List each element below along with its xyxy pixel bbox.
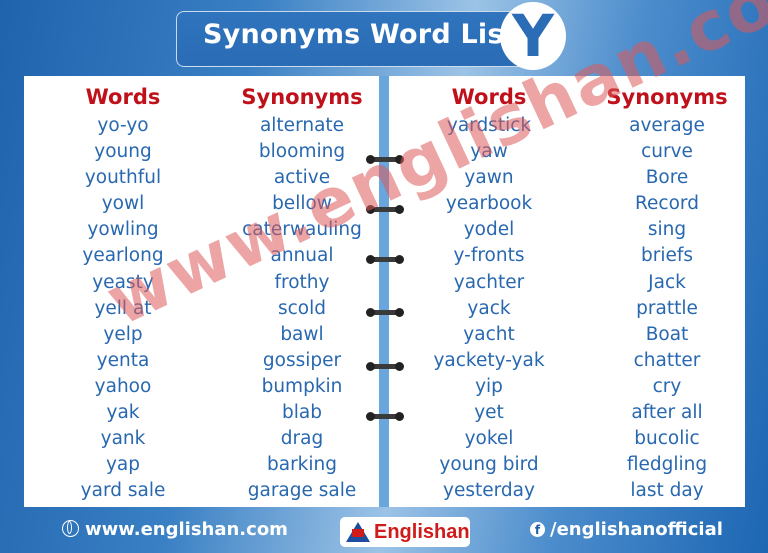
synonym-cell: blooming <box>258 141 346 163</box>
website-text: www.englishan.com <box>85 519 288 540</box>
word-cell: yodel <box>463 219 515 241</box>
synonym-cell: Record <box>635 193 699 215</box>
synonym-cell: last day <box>630 480 704 502</box>
synonym-cell: cry <box>652 375 682 397</box>
word-cell: yardstick <box>446 115 532 136</box>
word-cell: yeasty <box>92 271 154 293</box>
synonym-cell: curve <box>641 141 693 163</box>
words-header: Words <box>451 85 527 109</box>
synonym-cell: average <box>629 115 705 136</box>
word-cell: youthful <box>84 167 162 189</box>
word-cell: yo-yo <box>97 115 149 136</box>
synonym-cell: chatter <box>633 349 701 371</box>
synonym-cell: fledgling <box>626 454 708 476</box>
synonym-cell: prattle <box>636 297 698 319</box>
word-cell: yackety-yak <box>433 349 545 371</box>
synonym-cell: after all <box>631 402 703 424</box>
word-cell: yelp <box>103 323 143 345</box>
brand-logo: Englishan <box>340 517 470 547</box>
word-cell: yahoo <box>94 375 152 397</box>
word-cell: yip <box>475 375 503 397</box>
synonym-cell: scold <box>277 297 326 319</box>
word-cell: yak <box>106 402 140 424</box>
synonym-cell: bucolic <box>634 428 700 450</box>
word-cell: yawn <box>464 167 514 189</box>
word-cell: yaw <box>470 141 508 163</box>
left-synonyms-column: Synonyms alternate blooming active bellow ca… <box>222 82 382 504</box>
word-cell: yet <box>474 402 504 424</box>
word-cell: yell at <box>94 297 152 319</box>
word-cell: young bird <box>439 454 539 476</box>
synonym-cell: bellow <box>272 193 332 215</box>
facebook-icon: f <box>530 522 545 537</box>
binder-ring-icon <box>366 155 404 164</box>
binder-ring-icon <box>366 205 404 214</box>
synonym-cell: annual <box>270 245 334 267</box>
word-cell: yacht <box>463 323 515 345</box>
letter-badge: Y <box>500 2 566 70</box>
logo-mark-icon <box>346 522 370 542</box>
synonym-cell: barking <box>266 454 337 476</box>
synonym-cell: garage sale <box>247 480 357 502</box>
word-cell: yard sale <box>80 480 166 502</box>
page-title: Synonyms Word List <box>203 19 517 50</box>
synonyms-header: Synonyms <box>606 85 728 109</box>
binder-ring-icon <box>366 308 404 317</box>
synonym-cell: alternate <box>259 115 345 136</box>
synonym-cell: Bore <box>645 167 689 189</box>
word-cell: y-fronts <box>453 245 525 267</box>
synonym-cell: Boat <box>645 323 689 345</box>
word-cell: yowl <box>101 193 145 215</box>
binder-ring-icon <box>366 362 404 371</box>
word-cell: yack <box>467 297 511 319</box>
word-cell: yesterday <box>443 480 535 502</box>
synonym-cell: blab <box>282 402 322 424</box>
binder-ring-icon <box>366 412 404 421</box>
footer: www.englishan.com Englishan f/englishano… <box>0 512 768 550</box>
word-cell: yowling <box>87 219 159 241</box>
synonym-cell: gossiper <box>262 349 342 371</box>
logo-text: Englishan <box>374 520 470 543</box>
words-header: Words <box>85 85 161 109</box>
synonym-cell: drag <box>280 428 324 450</box>
synonyms-header: Synonyms <box>241 85 363 109</box>
binder-ring-icon <box>366 255 404 264</box>
facebook-text: /englishanofficial <box>550 519 723 540</box>
synonym-cell: bawl <box>280 323 324 345</box>
right-words-column: Words yardstick yaw yawn yearbook yodel y-fro… <box>424 82 554 504</box>
word-cell: yachter <box>453 271 525 293</box>
left-words-column: Words yo-yo young youthful yowl yowling yearl… <box>68 82 178 504</box>
facebook-link[interactable]: f/englishanofficial <box>530 519 723 540</box>
synonym-cell: bumpkin <box>261 375 343 397</box>
right-synonyms-column: Synonyms average curve Bore Record sing brief… <box>597 82 737 504</box>
synonym-cell: briefs <box>640 245 694 267</box>
word-cell: yenta <box>96 349 150 371</box>
word-cell: young <box>94 141 152 163</box>
synonym-cell: caterwauling <box>242 219 362 241</box>
synonym-cell: Jack <box>648 271 686 293</box>
word-cell: yokel <box>464 428 514 450</box>
word-cell: yearlong <box>82 245 164 267</box>
word-cell: yearbook <box>445 193 533 215</box>
word-cell: yank <box>100 428 146 450</box>
synonym-cell: active <box>273 167 331 189</box>
website-link[interactable]: www.englishan.com <box>62 519 288 540</box>
synonym-cell: frothy <box>274 271 330 293</box>
globe-icon <box>62 520 79 537</box>
synonym-cell: sing <box>647 219 687 241</box>
word-cell: yap <box>105 454 141 476</box>
